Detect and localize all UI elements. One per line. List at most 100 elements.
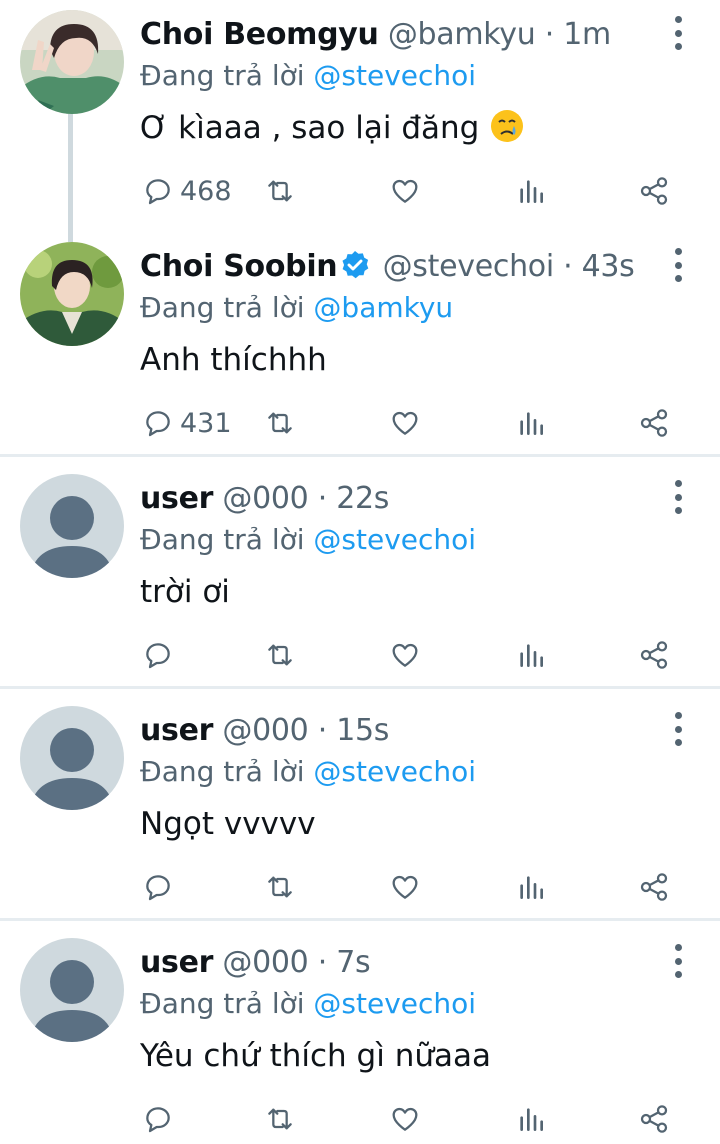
- like-icon: [392, 875, 418, 899]
- mention-link[interactable]: @stevechoi: [313, 59, 476, 92]
- like-icon: [392, 179, 418, 203]
- reply-button[interactable]: [142, 864, 174, 910]
- tweet-user-2[interactable]: user @000 · 15s Đang trả lời @stevechoi …: [0, 696, 720, 918]
- tweet-header: user @000 · 15s: [140, 710, 660, 752]
- reply-icon: [146, 179, 170, 205]
- tweet-text: trời ơi: [140, 574, 230, 610]
- tweet-text: Ngọt vvvvv: [140, 806, 316, 842]
- share-button[interactable]: [638, 864, 670, 910]
- tweet-actions: [0, 864, 720, 910]
- avatar-beomgyu[interactable]: [20, 10, 124, 114]
- more-options-icon[interactable]: [670, 16, 686, 50]
- more-options-icon[interactable]: [670, 248, 686, 282]
- retweet-icon: [268, 876, 292, 898]
- reply-icon: [146, 1107, 170, 1133]
- replying-to-label: Đang trả lời: [140, 291, 305, 324]
- retweet-button[interactable]: [264, 864, 296, 910]
- tweet-user-3[interactable]: user @000 · 7s Đang trả lời @stevechoi Y…: [0, 928, 720, 1144]
- reply-icon: [146, 411, 170, 437]
- user-handle[interactable]: @000: [222, 713, 308, 748]
- mention-link[interactable]: @stevechoi: [313, 755, 476, 788]
- retweet-icon: [268, 644, 292, 666]
- like-button[interactable]: [389, 400, 421, 446]
- tweet-actions: 468: [0, 168, 720, 214]
- replying-to: Đang trả lời @stevechoi: [140, 754, 476, 790]
- tweet-actions: 431: [0, 400, 720, 446]
- analytics-button[interactable]: [515, 168, 547, 214]
- analytics-button[interactable]: [515, 400, 547, 446]
- tweet-header: Choi Soobin @stevechoi · 43s: [140, 246, 660, 288]
- avatar-default[interactable]: [20, 938, 124, 1042]
- tweet-beomgyu[interactable]: Choi Beomgyu @bamkyu · 1m Đang trả lời @…: [0, 0, 720, 242]
- timestamp[interactable]: · 15s: [318, 713, 390, 748]
- avatar-soobin[interactable]: [20, 242, 124, 346]
- tweet-actions: [0, 632, 720, 678]
- replying-to-label: Đang trả lời: [140, 755, 305, 788]
- timestamp[interactable]: · 22s: [318, 481, 390, 516]
- timestamp[interactable]: · 7s: [318, 945, 371, 980]
- reply-button[interactable]: [142, 1096, 174, 1142]
- display-name[interactable]: user: [140, 713, 213, 748]
- retweet-button[interactable]: [264, 1096, 296, 1142]
- tweet-header: user @000 · 22s: [140, 478, 660, 520]
- tweet-divider: [0, 454, 720, 457]
- replying-to: Đang trả lời @bamkyu: [140, 290, 453, 326]
- analytics-button[interactable]: [515, 864, 547, 910]
- analytics-button[interactable]: [515, 632, 547, 678]
- share-button[interactable]: [638, 168, 670, 214]
- like-icon: [392, 643, 418, 667]
- analytics-button[interactable]: [515, 1096, 547, 1142]
- reply-button[interactable]: 431: [142, 400, 232, 446]
- like-button[interactable]: [389, 632, 421, 678]
- retweet-icon: [268, 1108, 292, 1130]
- share-button[interactable]: [638, 400, 670, 446]
- like-button[interactable]: [389, 168, 421, 214]
- avatar-default[interactable]: [20, 474, 124, 578]
- more-options-icon[interactable]: [670, 480, 686, 514]
- display-name[interactable]: Choi Soobin: [140, 249, 338, 284]
- replying-to-label: Đang trả lời: [140, 59, 305, 92]
- tweet-user-1[interactable]: user @000 · 22s Đang trả lời @stevechoi …: [0, 464, 720, 686]
- share-icon: [640, 409, 668, 437]
- tweet-actions: [0, 1096, 720, 1142]
- display-name[interactable]: Choi Beomgyu: [140, 17, 379, 52]
- user-handle[interactable]: @000: [222, 481, 308, 516]
- like-icon: [392, 1107, 418, 1131]
- mention-link[interactable]: @stevechoi: [313, 987, 476, 1020]
- reply-button[interactable]: 468: [142, 168, 232, 214]
- avatar-default[interactable]: [20, 706, 124, 810]
- retweet-button[interactable]: [264, 168, 296, 214]
- analytics-icon: [520, 412, 543, 435]
- timestamp[interactable]: · 43s: [563, 249, 635, 284]
- reply-icon: [146, 875, 170, 901]
- tweet-text: Ơ kìaaa , sao lại đăng: [140, 106, 525, 150]
- verified-badge-icon: [342, 251, 369, 279]
- tweet-header: Choi Beomgyu @bamkyu · 1m: [140, 14, 660, 56]
- retweet-icon: [268, 412, 292, 434]
- timestamp[interactable]: · 1m: [545, 17, 611, 52]
- retweet-button[interactable]: [264, 400, 296, 446]
- display-name[interactable]: user: [140, 481, 213, 516]
- share-button[interactable]: [638, 1096, 670, 1142]
- user-handle[interactable]: @bamkyu: [388, 17, 536, 52]
- mention-link[interactable]: @bamkyu: [313, 291, 453, 324]
- replying-to-label: Đang trả lời: [140, 987, 305, 1020]
- replying-to-label: Đang trả lời: [140, 523, 305, 556]
- tweet-soobin[interactable]: Choi Soobin @stevechoi · 43s Đang trả lờ…: [0, 232, 720, 454]
- share-icon: [640, 873, 668, 901]
- display-name[interactable]: user: [140, 945, 213, 980]
- like-button[interactable]: [389, 1096, 421, 1142]
- more-options-icon[interactable]: [670, 712, 686, 746]
- tweet-divider: [0, 918, 720, 921]
- tweet-divider: [0, 686, 720, 689]
- user-handle[interactable]: @stevechoi: [383, 249, 555, 284]
- crying-face-emoji: [491, 110, 524, 142]
- reply-button[interactable]: [142, 632, 174, 678]
- user-handle[interactable]: @000: [222, 945, 308, 980]
- retweet-button[interactable]: [264, 632, 296, 678]
- replying-to: Đang trả lời @stevechoi: [140, 522, 476, 558]
- share-button[interactable]: [638, 632, 670, 678]
- more-options-icon[interactable]: [670, 944, 686, 978]
- like-button[interactable]: [389, 864, 421, 910]
- mention-link[interactable]: @stevechoi: [313, 523, 476, 556]
